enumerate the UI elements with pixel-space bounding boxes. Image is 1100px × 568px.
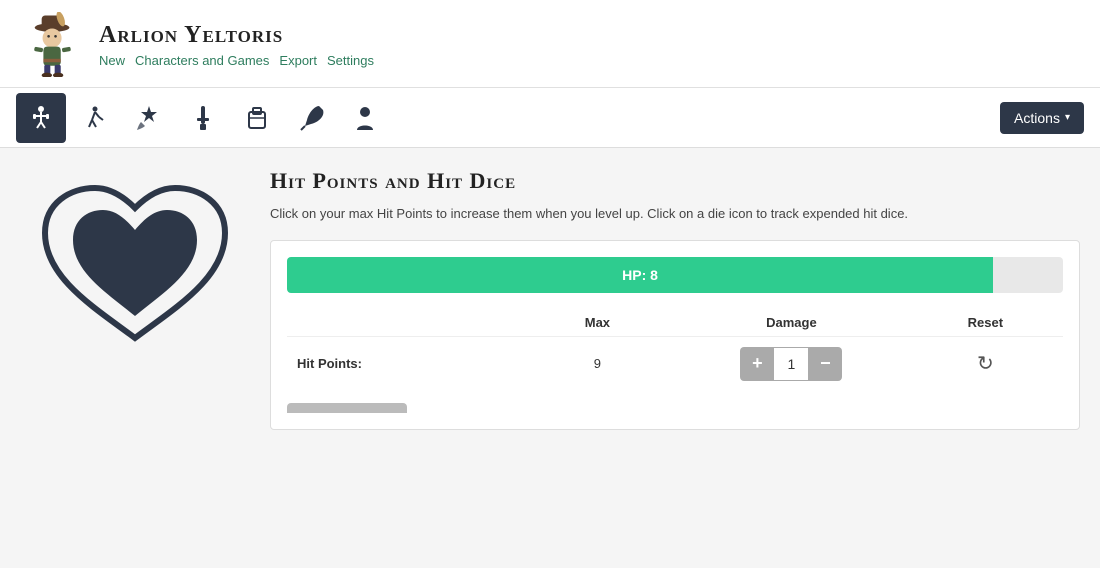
row-label: Hit Points: [287, 336, 520, 391]
hp-section: Hit Points and Hit Dice Click on your ma… [270, 168, 1080, 548]
combat-tab[interactable] [16, 93, 66, 143]
damage-value: 1 [774, 347, 808, 381]
heart-icon [35, 178, 235, 358]
header-info: Arlion Yeltoris New Characters and Games… [99, 22, 374, 68]
section-description: Click on your max Hit Points to increase… [270, 204, 1080, 224]
actions-button[interactable]: Actions ▾ [1000, 102, 1084, 134]
nav-settings[interactable]: Settings [327, 53, 374, 68]
main-content: Hit Points and Hit Dice Click on your ma… [0, 148, 1100, 568]
hp-panel: HP: 8 Max Damage Reset Hit Points: [270, 240, 1080, 430]
header: Arlion Yeltoris New Characters and Games… [0, 0, 1100, 88]
nav-new[interactable]: New [99, 53, 125, 68]
col-header-damage: Damage [675, 309, 908, 337]
hp-bar-fill: HP: 8 [287, 257, 993, 293]
header-nav: New Characters and Games Export Settings [99, 53, 374, 68]
col-header-reset: Reset [908, 309, 1063, 337]
heart-area [20, 168, 250, 548]
actions-label: Actions [1014, 110, 1060, 126]
hp-bar-label: HP: 8 [622, 267, 658, 283]
nav-export[interactable]: Export [279, 53, 317, 68]
nav-characters[interactable]: Characters and Games [135, 53, 269, 68]
notes-tab[interactable] [286, 93, 336, 143]
damage-controls: + 1 − [685, 347, 898, 381]
damage-plus-button[interactable]: + [740, 347, 774, 381]
damage-minus-button[interactable]: − [808, 347, 842, 381]
movement-tab[interactable] [70, 93, 120, 143]
col-header-name [287, 309, 520, 337]
hp-bar-empty [993, 257, 1063, 293]
hp-bar-container[interactable]: HP: 8 [287, 257, 1063, 293]
col-header-max: Max [520, 309, 675, 337]
character-name: Arlion Yeltoris [99, 22, 374, 49]
row-damage: + 1 − [675, 336, 908, 391]
weapons-tab[interactable] [178, 93, 228, 143]
inventory-tab[interactable] [232, 93, 282, 143]
toolbar-icons [16, 93, 1000, 143]
character-tab[interactable] [340, 93, 390, 143]
row-reset: ↻ [908, 336, 1063, 391]
actions-caret-icon: ▾ [1065, 112, 1070, 123]
reset-button[interactable]: ↻ [977, 353, 994, 375]
row-max[interactable]: 9 [520, 336, 675, 391]
toolbar: Actions ▾ [0, 88, 1100, 148]
table-row: Hit Points: 9 + 1 − ↻ [287, 336, 1063, 391]
hp-table: Max Damage Reset Hit Points: 9 + 1 − [287, 309, 1063, 391]
section-title: Hit Points and Hit Dice [270, 168, 1080, 194]
spells-tab[interactable] [124, 93, 174, 143]
next-row-strip [287, 403, 407, 413]
character-avatar [20, 12, 85, 77]
